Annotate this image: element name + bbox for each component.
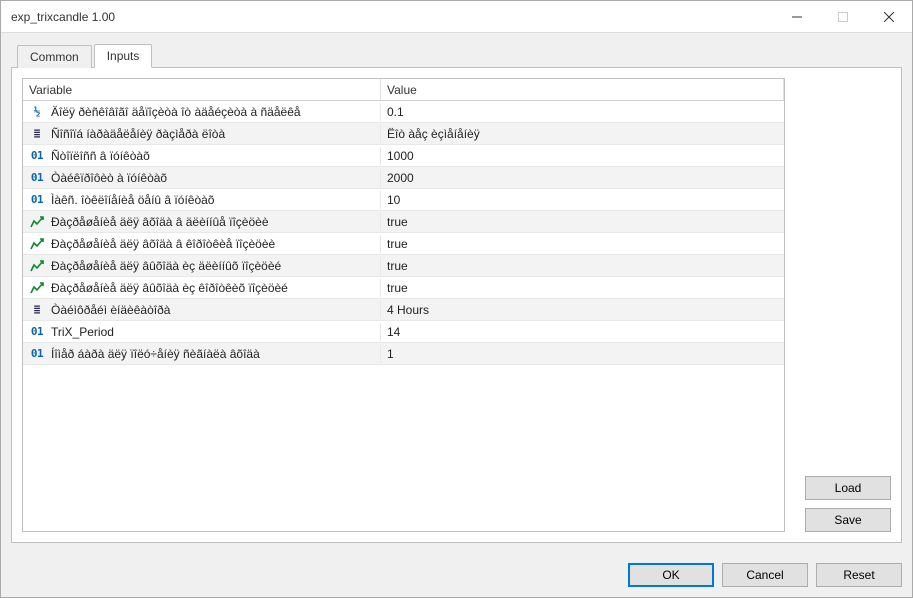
bool-arrow-icon — [30, 238, 44, 250]
cell-value[interactable]: true — [381, 257, 784, 275]
cell-variable: Ðàçðåøåíèå äëÿ âõîäà â êîðîòêèå ïîçèöèè — [23, 235, 381, 253]
table-row[interactable]: 01 Òàéêïðîôèò à ïóíêòàõ 2000 — [23, 167, 784, 189]
fraction-icon: ½ — [29, 105, 45, 118]
cell-variable: ≣ Ñîñîïá íàðàäåëåíèÿ ðàçìåðà ëîòà — [23, 125, 381, 143]
table-header: Variable Value — [23, 79, 784, 101]
maximize-button[interactable] — [820, 1, 866, 32]
variable-name: Òàéêïðîôèò à ïóíêòàõ — [51, 171, 167, 185]
col-value[interactable]: Value — [381, 79, 784, 100]
client-area: Common Inputs Variable Value ½ Äîëÿ ðèñêî… — [1, 33, 912, 553]
minimize-button[interactable] — [774, 1, 820, 32]
minimize-icon — [792, 12, 802, 22]
save-button[interactable]: Save — [805, 508, 891, 532]
variable-name: Ñîñîïá íàðàäåëåíèÿ ðàçìåðà ëîòà — [51, 127, 225, 141]
cell-value[interactable]: 1000 — [381, 147, 784, 165]
bool-icon — [29, 216, 45, 228]
table-row[interactable]: 01 Ñòîïëîññ â ïóíêòàõ 1000 — [23, 145, 784, 167]
table-row[interactable]: Ðàçðåøåíèå äëÿ âûõîäà èç äëèííûõ ïîçèöèé… — [23, 255, 784, 277]
tab-strip: Common Inputs — [11, 43, 902, 67]
cell-value[interactable]: 4 Hours — [381, 301, 784, 319]
cell-variable: ≣ Òàéìôðåéì èíäèêàòîðà — [23, 301, 381, 319]
variable-name: TriX_Period — [51, 325, 114, 339]
ok-button[interactable]: OK — [628, 563, 714, 587]
cell-variable: ½ Äîëÿ ðèñêîâîãî äåïîçèòà îò àäåéçèòà à ñ… — [23, 103, 381, 121]
bool-icon — [29, 238, 45, 250]
variable-name: Ðàçðåøåíèå äëÿ âûõîäà èç äëèííûõ ïîçèöèé — [51, 259, 281, 273]
col-variable[interactable]: Variable — [23, 79, 381, 100]
table-row[interactable]: ½ Äîëÿ ðèñêîâîãî äåïîçèòà îò àäåéçèòà à ñ… — [23, 101, 784, 123]
inputs-table: Variable Value ½ Äîëÿ ðèñêîâîãî äåïîçèòà … — [22, 78, 785, 532]
cell-value[interactable]: 10 — [381, 191, 784, 209]
variable-name: Ðàçðåøåíèå äëÿ âûõîäà èç êîðîòêèõ ïîçèöè… — [51, 281, 288, 295]
variable-name: Ðàçðåøåíèå äëÿ âõîäà â äëèííûå ïîçèöèè — [51, 215, 269, 229]
bool-icon — [29, 260, 45, 272]
table-row[interactable]: 01 Íîìåð áàðà äëÿ ïîëó÷åíèÿ ñèãíàëà âõîäà… — [23, 343, 784, 365]
table-row[interactable]: 01 TriX_Period 14 — [23, 321, 784, 343]
integer-icon: 01 — [29, 325, 45, 338]
enum-icon: ≣ — [29, 127, 45, 140]
cell-value[interactable]: 2000 — [381, 169, 784, 187]
tab-common[interactable]: Common — [17, 45, 92, 68]
cell-value[interactable]: Ëîò àåç èçìåíåíèÿ — [381, 125, 784, 143]
close-icon — [884, 12, 894, 22]
tab-inputs[interactable]: Inputs — [94, 44, 153, 68]
cell-variable: 01 TriX_Period — [23, 323, 381, 341]
cell-variable: 01 Òàéêïðîôèò à ïóíêòàõ — [23, 169, 381, 187]
close-button[interactable] — [866, 1, 912, 32]
window-title: exp_trixcandle 1.00 — [11, 10, 774, 24]
variable-name: Äîëÿ ðèñêîâîãî äåïîçèòà îò àäåéçèòà à ñä… — [51, 105, 301, 119]
window-controls — [774, 1, 912, 32]
enum-icon: ≣ — [29, 303, 45, 316]
variable-name: Ðàçðåøåíèå äëÿ âõîäà â êîðîòêèå ïîçèöèè — [51, 237, 275, 251]
integer-icon: 01 — [29, 149, 45, 162]
variable-name: Íîìåð áàðà äëÿ ïîëó÷åíèÿ ñèãíàëà âõîäà — [51, 347, 260, 361]
bool-arrow-icon — [30, 282, 44, 294]
bool-arrow-icon — [30, 216, 44, 228]
cancel-button[interactable]: Cancel — [722, 563, 808, 587]
cell-variable: Ðàçðåøåíèå äëÿ âõîäà â äëèííûå ïîçèöèè — [23, 213, 381, 231]
cell-value[interactable]: 1 — [381, 345, 784, 363]
variable-name: Òàéìôðåéì èíäèêàòîðà — [51, 303, 170, 317]
cell-value[interactable]: true — [381, 235, 784, 253]
cell-value[interactable]: true — [381, 213, 784, 231]
cell-value[interactable]: 0.1 — [381, 103, 784, 121]
bool-arrow-icon — [30, 260, 44, 272]
cell-value[interactable]: true — [381, 279, 784, 297]
dialog-footer: OK Cancel Reset — [1, 553, 912, 597]
load-button[interactable]: Load — [805, 476, 891, 500]
maximize-icon — [838, 12, 848, 22]
reset-button[interactable]: Reset — [816, 563, 902, 587]
inputs-panel: Variable Value ½ Äîëÿ ðèñêîâîãî äåïîçèòà … — [11, 67, 902, 543]
integer-icon: 01 — [29, 347, 45, 360]
cell-variable: Ðàçðåøåíèå äëÿ âûõîäà èç äëèííûõ ïîçèöèé — [23, 257, 381, 275]
cell-variable: 01 Ìàêñ. îòêëîíåíèå öåíû â ïóíêòàõ — [23, 191, 381, 209]
integer-icon: 01 — [29, 171, 45, 184]
cell-variable: Ðàçðåøåíèå äëÿ âûõîäà èç êîðîòêèõ ïîçèöè… — [23, 279, 381, 297]
table-row[interactable]: ≣ Òàéìôðåéì èíäèêàòîðà 4 Hours — [23, 299, 784, 321]
table-row[interactable]: 01 Ìàêñ. îòêëîíåíèå öåíû â ïóíêòàõ 10 — [23, 189, 784, 211]
bool-icon — [29, 282, 45, 294]
variable-name: Ìàêñ. îòêëîíåíèå öåíû â ïóíêòàõ — [51, 193, 214, 207]
table-row[interactable]: ≣ Ñîñîïá íàðàäåëåíèÿ ðàçìåðà ëîòà Ëîò àåç … — [23, 123, 784, 145]
table-body: ½ Äîëÿ ðèñêîâîãî äåïîçèòà îò àäåéçèòà à ñ… — [23, 101, 784, 531]
cell-variable: 01 Ñòîïëîññ â ïóíêòàõ — [23, 147, 381, 165]
cell-value[interactable]: 14 — [381, 323, 784, 341]
variable-name: Ñòîïëîññ â ïóíêòàõ — [51, 149, 150, 163]
dialog-window: exp_trixcandle 1.00 Common Inputs Variab… — [0, 0, 913, 598]
table-row[interactable]: Ðàçðåøåíèå äëÿ âõîäà â êîðîòêèå ïîçèöèè t… — [23, 233, 784, 255]
side-buttons: Load Save — [795, 78, 891, 532]
cell-variable: 01 Íîìåð áàðà äëÿ ïîëó÷åíèÿ ñèãíàëà âõîäà — [23, 345, 381, 363]
table-row[interactable]: Ðàçðåøåíèå äëÿ âõîäà â äëèííûå ïîçèöèè tr… — [23, 211, 784, 233]
titlebar: exp_trixcandle 1.00 — [1, 1, 912, 33]
table-row[interactable]: Ðàçðåøåíèå äëÿ âûõîäà èç êîðîòêèõ ïîçèöè… — [23, 277, 784, 299]
integer-icon: 01 — [29, 193, 45, 206]
